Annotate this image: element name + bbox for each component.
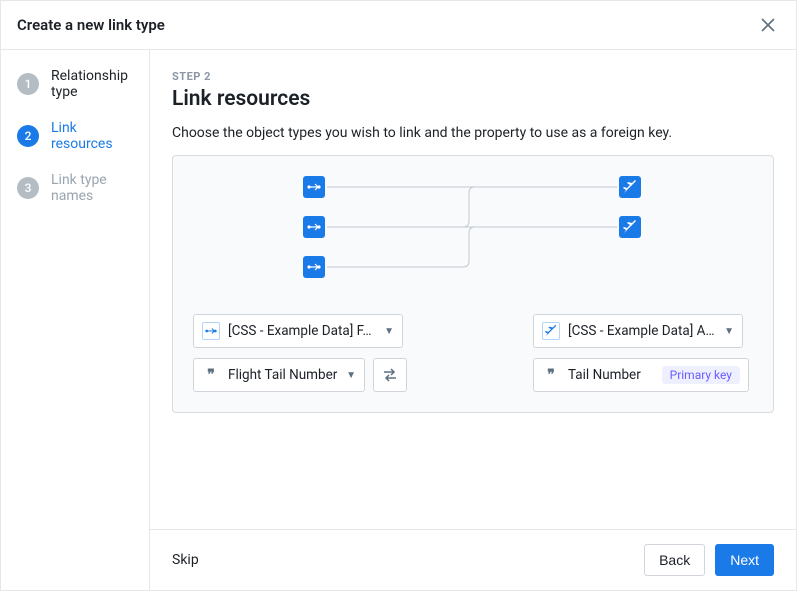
skip-link[interactable]: Skip <box>172 552 199 568</box>
chevron-down-icon: ▼ <box>724 326 734 337</box>
step-link-resources[interactable]: 2 Link resources <box>1 110 149 162</box>
dropdown-label: Tail Number <box>568 367 654 383</box>
left-object-type-dropdown[interactable]: [CSS - Example Data] F… ▼ <box>193 314 403 348</box>
step-relationship-type[interactable]: 1 Relationship type <box>1 58 149 110</box>
step-label: Relationship type <box>51 68 133 100</box>
step-label: Link resources <box>51 120 133 152</box>
left-property-dropdown[interactable]: ❞ Flight Tail Number ▼ <box>193 358 365 392</box>
chevron-down-icon: ▼ <box>384 326 394 337</box>
airplane-icon <box>542 322 560 340</box>
footer-buttons: Back Next <box>644 544 774 576</box>
step-indicator: STEP 2 <box>172 70 774 83</box>
modal-title: Create a new link type <box>17 16 165 34</box>
left-property-group: ❞ Flight Tail Number ▼ <box>193 358 413 392</box>
back-button[interactable]: Back <box>644 544 705 576</box>
link-icon <box>202 322 220 340</box>
step-number-badge: 1 <box>17 73 39 95</box>
right-property-display[interactable]: ❞ Tail Number Primary key <box>533 358 749 392</box>
link-diagram-container: [CSS - Example Data] F… ▼ ❞ Flight Tail … <box>172 155 774 413</box>
right-object-type-dropdown[interactable]: [CSS - Example Data] A… ▼ <box>533 314 743 348</box>
close-button[interactable] <box>756 13 780 37</box>
step-label: Link type names <box>51 172 133 204</box>
wizard-footer: Skip Back Next <box>150 529 796 590</box>
selectors-row: [CSS - Example Data] F… ▼ ❞ Flight Tail … <box>193 314 753 392</box>
right-selectors: [CSS - Example Data] A… ▼ ❞ Tail Number … <box>533 314 753 392</box>
swap-direction-button[interactable] <box>373 358 407 392</box>
step-number-badge: 3 <box>17 177 39 199</box>
string-property-icon: ❞ <box>542 367 560 383</box>
primary-key-badge: Primary key <box>662 366 740 384</box>
string-property-icon: ❞ <box>202 367 220 383</box>
close-icon <box>761 18 775 32</box>
step-link-type-names[interactable]: 3 Link type names <box>1 162 149 214</box>
modal-create-link-type: Create a new link type 1 Relationship ty… <box>0 0 797 591</box>
dropdown-label: Flight Tail Number <box>228 367 338 383</box>
swap-icon <box>382 368 398 382</box>
modal-header: Create a new link type <box>1 1 796 50</box>
content-area: STEP 2 Link resources Choose the object … <box>150 50 796 529</box>
wizard-steps-sidebar: 1 Relationship type 2 Link resources 3 L… <box>1 50 150 590</box>
page-description: Choose the object types you wish to link… <box>172 125 774 141</box>
link-diagram <box>193 176 753 286</box>
chevron-down-icon: ▼ <box>346 370 356 381</box>
step-number-badge: 2 <box>17 125 39 147</box>
dropdown-label: [CSS - Example Data] F… <box>228 323 376 339</box>
page-title: Link resources <box>172 87 774 111</box>
left-selectors: [CSS - Example Data] F… ▼ ❞ Flight Tail … <box>193 314 413 392</box>
dropdown-label: [CSS - Example Data] A… <box>568 323 716 339</box>
main-content: STEP 2 Link resources Choose the object … <box>150 50 796 590</box>
next-button[interactable]: Next <box>715 544 774 576</box>
modal-body: 1 Relationship type 2 Link resources 3 L… <box>1 50 796 590</box>
